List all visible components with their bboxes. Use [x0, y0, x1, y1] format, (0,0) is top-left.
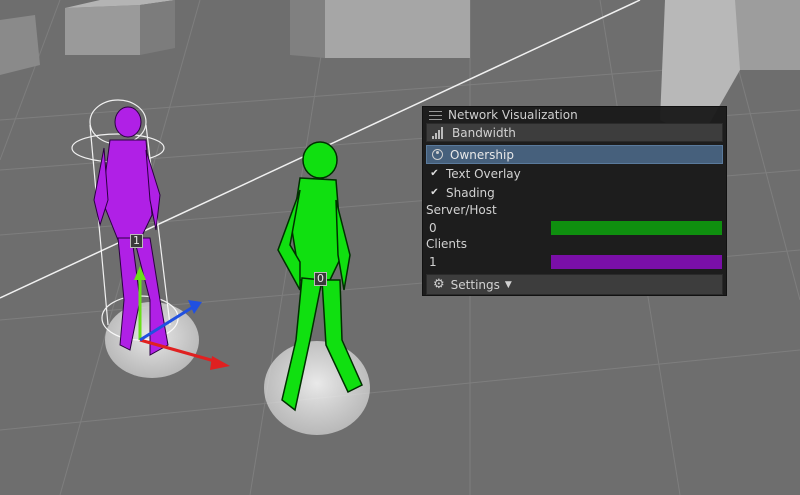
overlay-title-bar[interactable]: Network Visualization — [423, 107, 726, 123]
server-host-count: 0 — [429, 220, 437, 235]
server-host-label: Server/Host — [426, 203, 497, 217]
bandwidth-icon — [432, 126, 446, 139]
ownership-label: Ownership — [450, 147, 514, 162]
gear-icon: ⚙ — [433, 277, 445, 292]
player-0-id-label: 0 — [314, 272, 327, 286]
shading-label: Shading — [446, 185, 495, 200]
settings-label: Settings — [450, 277, 500, 292]
clients-legend-row: 1 — [423, 253, 726, 270]
text-overlay-toggle[interactable]: ✔ Text Overlay — [423, 164, 726, 183]
server-host-color-swatch — [551, 220, 722, 235]
player-1-id-label: 1 — [130, 234, 143, 248]
settings-dropdown[interactable]: ⚙ Settings ▼ — [426, 274, 723, 295]
shading-toggle[interactable]: ✔ Shading — [423, 183, 726, 202]
shading-checkbox[interactable]: ✔ — [429, 187, 440, 198]
grip-icon[interactable] — [429, 110, 442, 120]
ownership-mode-button[interactable]: Ownership — [426, 145, 723, 164]
bandwidth-label: Bandwidth — [452, 125, 516, 140]
user-circle-icon — [432, 149, 443, 160]
clients-label: Clients — [426, 237, 467, 251]
clients-count: 1 — [429, 254, 437, 269]
clients-color-swatch — [551, 254, 722, 269]
text-overlay-checkbox[interactable]: ✔ — [429, 168, 440, 179]
overlay-title: Network Visualization — [448, 108, 578, 122]
bandwidth-mode-button[interactable]: Bandwidth — [426, 123, 723, 142]
server-host-legend-row: 0 — [423, 219, 726, 236]
text-overlay-label: Text Overlay — [446, 166, 521, 181]
network-visualization-overlay[interactable]: Network Visualization Bandwidth Ownershi… — [422, 106, 727, 296]
caret-down-icon: ▼ — [504, 279, 512, 290]
